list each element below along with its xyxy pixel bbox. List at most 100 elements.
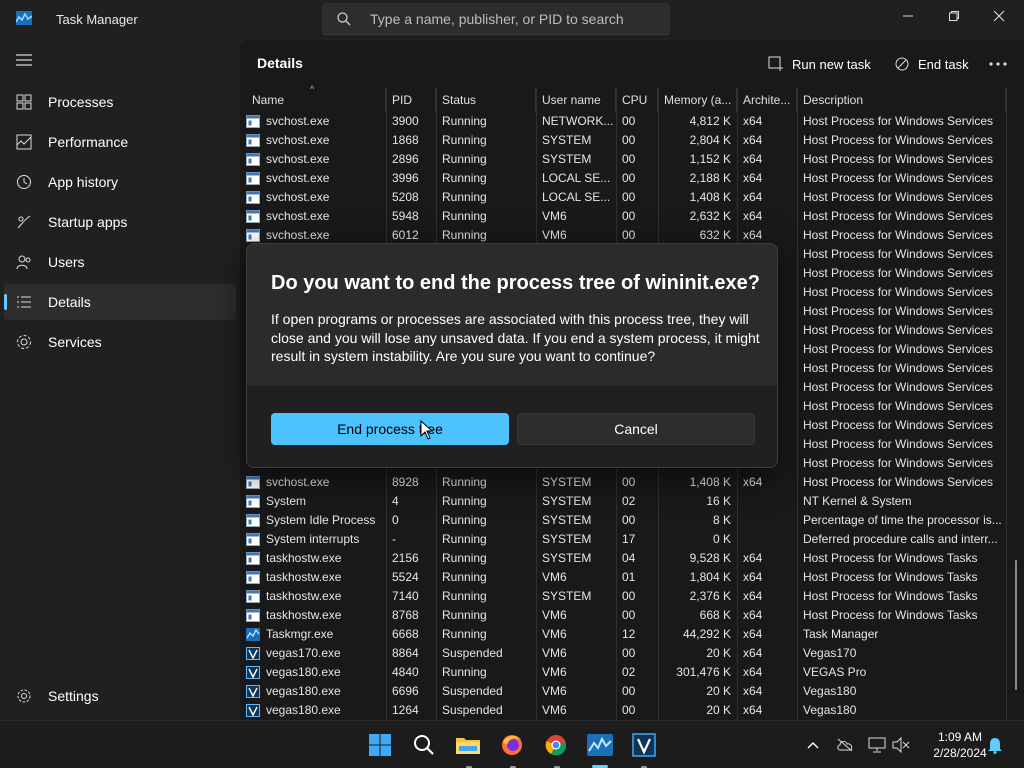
- cell-pid: 7140: [392, 589, 419, 603]
- sidebar-item-startup-apps[interactable]: Startup apps: [4, 204, 236, 240]
- taskbar-firefox[interactable]: [496, 729, 528, 761]
- cell-user-name: SYSTEM: [542, 532, 592, 546]
- cell-pid: 8768: [392, 608, 419, 622]
- taskbar-search-button[interactable]: [408, 729, 440, 761]
- start-button[interactable]: [364, 729, 396, 761]
- taskbar-task-manager[interactable]: [584, 729, 616, 761]
- table-row[interactable]: vegas180.exe 4840 Running VM6 02 301,476 K x64…: [240, 663, 1006, 682]
- cell-cpu: 00: [622, 589, 636, 603]
- end-task-label: End task: [918, 56, 969, 72]
- table-row[interactable]: svchost.exe 8928 Running SYSTEM 00 1,408 K x64…: [240, 473, 1006, 492]
- table-row[interactable]: svchost.exe 3996 Running LOCAL SE... 00 2,188…: [240, 169, 1006, 188]
- network-icon: [868, 737, 886, 753]
- table-row[interactable]: taskhostw.exe 5524 Running VM6 01 1,804 K x64 H…: [240, 568, 1006, 587]
- sidebar-item-settings[interactable]: Settings: [4, 678, 236, 714]
- cell-memory: 44,292 K: [682, 627, 731, 641]
- cell-name: svchost.exe: [266, 171, 330, 185]
- run-new-task-icon: [768, 56, 783, 71]
- close-button[interactable]: [976, 0, 1022, 32]
- cell-description: VEGAS Pro: [803, 665, 867, 679]
- run-new-task-button[interactable]: Run new task: [768, 52, 871, 76]
- notifications-button[interactable]: [986, 736, 1004, 754]
- sidebar-item-users[interactable]: Users: [4, 244, 236, 280]
- vegas-icon: [246, 666, 260, 679]
- services-icon: [17, 335, 31, 349]
- cell-cpu: 00: [622, 475, 636, 489]
- cell-cpu: 00: [622, 133, 636, 147]
- sidebar-item-label: Details: [48, 294, 91, 310]
- cell-memory: 9,528 K: [689, 551, 731, 565]
- column-header-architecture[interactable]: Archite...: [737, 88, 797, 112]
- table-row[interactable]: System Idle Process 0 Running SYSTEM 00 8 K Pe…: [240, 511, 1006, 530]
- table-row[interactable]: System interrupts - Running SYSTEM 17 0 K Defe…: [240, 530, 1006, 549]
- cell-name: vegas180.exe: [266, 665, 341, 679]
- cell-pid: 1868: [392, 133, 419, 147]
- sidebar-item-processes[interactable]: Processes: [4, 84, 236, 120]
- cell-status: Running: [442, 475, 487, 489]
- vertical-scrollbar[interactable]: [1015, 560, 1017, 690]
- cell-status: Running: [442, 494, 487, 508]
- end-process-tree-button[interactable]: End process tree: [271, 413, 509, 445]
- column-header-user-name[interactable]: User name: [536, 88, 616, 112]
- table-row[interactable]: taskhostw.exe 8768 Running VM6 00 668 K x64 Hos…: [240, 606, 1006, 625]
- table-row[interactable]: taskhostw.exe 2156 Running SYSTEM 04 9,528 K x…: [240, 549, 1006, 568]
- column-header-status[interactable]: Status: [436, 88, 536, 112]
- search-input[interactable]: [370, 3, 660, 35]
- sidebar-item-app-history[interactable]: App history: [4, 164, 236, 200]
- cell-status: Running: [442, 133, 487, 147]
- cell-name: System: [266, 494, 307, 508]
- column-header-name[interactable]: Name: [246, 88, 386, 112]
- column-header-pid[interactable]: PID: [386, 88, 436, 112]
- sidebar-item-performance[interactable]: Performance: [4, 124, 236, 160]
- cell-architecture: x64: [743, 627, 763, 641]
- cell-pid: 6668: [392, 627, 419, 641]
- taskbar-file-explorer[interactable]: [452, 729, 484, 761]
- column-header-cpu[interactable]: CPU: [616, 88, 658, 112]
- table-row[interactable]: svchost.exe 5948 Running VM6 00 2,632 K x64 Hos…: [240, 207, 1006, 226]
- close-icon: [993, 10, 1005, 22]
- users-icon: [16, 255, 31, 270]
- table-row[interactable]: vegas180.exe 1264 Suspended VM6 00 20 K x64 Veg…: [240, 701, 1006, 720]
- table-row[interactable]: taskhostw.exe 7140 Running SYSTEM 00 2,376 K x…: [240, 587, 1006, 606]
- table-row[interactable]: System 4 Running SYSTEM 02 16 K NT Kernel & Sy…: [240, 492, 1006, 511]
- gear-icon: [17, 689, 31, 703]
- cell-description: Host Process for Windows Services: [803, 380, 994, 394]
- minimize-button[interactable]: [885, 0, 931, 32]
- sidebar-item-details[interactable]: Details: [4, 284, 236, 320]
- onedrive-tray-button[interactable]: [836, 736, 854, 754]
- cell-user-name: NETWORK...: [542, 114, 614, 128]
- column-header-description[interactable]: Description: [797, 88, 1006, 112]
- cell-memory: 1,408 K: [689, 475, 731, 489]
- more-options-icon: [989, 62, 1007, 66]
- cell-memory: 0 K: [712, 532, 731, 546]
- table-row[interactable]: svchost.exe 2896 Running SYSTEM 00 1,152 K x64…: [240, 150, 1006, 169]
- sidebar-item-label: Settings: [48, 688, 99, 704]
- volume-tray-button[interactable]: [892, 736, 910, 754]
- more-options-button[interactable]: [986, 52, 1010, 76]
- taskbar-vegas[interactable]: [628, 729, 660, 761]
- table-row[interactable]: vegas170.exe 8864 Suspended VM6 00 20 K x64 Veg…: [240, 644, 1006, 663]
- table-row[interactable]: svchost.exe 3900 Running NETWORK... 00 4,812 …: [240, 112, 1006, 131]
- taskbar-chrome[interactable]: [540, 729, 572, 761]
- table-row[interactable]: vegas180.exe 6696 Suspended VM6 00 20 K x64 Veg…: [240, 682, 1006, 701]
- cell-name: taskhostw.exe: [266, 570, 342, 584]
- sidebar-item-services[interactable]: Services: [4, 324, 236, 360]
- process-window-icon: [246, 495, 260, 508]
- hamburger-menu-icon[interactable]: [16, 54, 32, 66]
- column-divider[interactable]: [1006, 88, 1007, 720]
- page-title: Details: [257, 55, 303, 71]
- cell-description: Host Process for Windows Services: [803, 437, 994, 451]
- table-row[interactable]: svchost.exe 5208 Running LOCAL SE... 00 1,408…: [240, 188, 1006, 207]
- network-tray-button[interactable]: [868, 736, 886, 754]
- table-row[interactable]: svchost.exe 1868 Running SYSTEM 00 2,804 K x64…: [240, 131, 1006, 150]
- table-row[interactable]: Taskmgr.exe 6668 Running VM6 12 44,292 K x64 Ta…: [240, 625, 1006, 644]
- show-hidden-icons-button[interactable]: [804, 736, 822, 754]
- search-box[interactable]: [322, 3, 670, 35]
- end-task-button[interactable]: End task: [894, 52, 969, 76]
- cancel-button[interactable]: Cancel: [517, 413, 755, 445]
- column-header-memory[interactable]: Memory (a...: [658, 88, 737, 112]
- sidebar-item-label: Services: [48, 334, 102, 350]
- cell-user-name: VM6: [542, 646, 567, 660]
- cell-name: svchost.exe: [266, 209, 330, 223]
- restore-button[interactable]: [931, 0, 977, 32]
